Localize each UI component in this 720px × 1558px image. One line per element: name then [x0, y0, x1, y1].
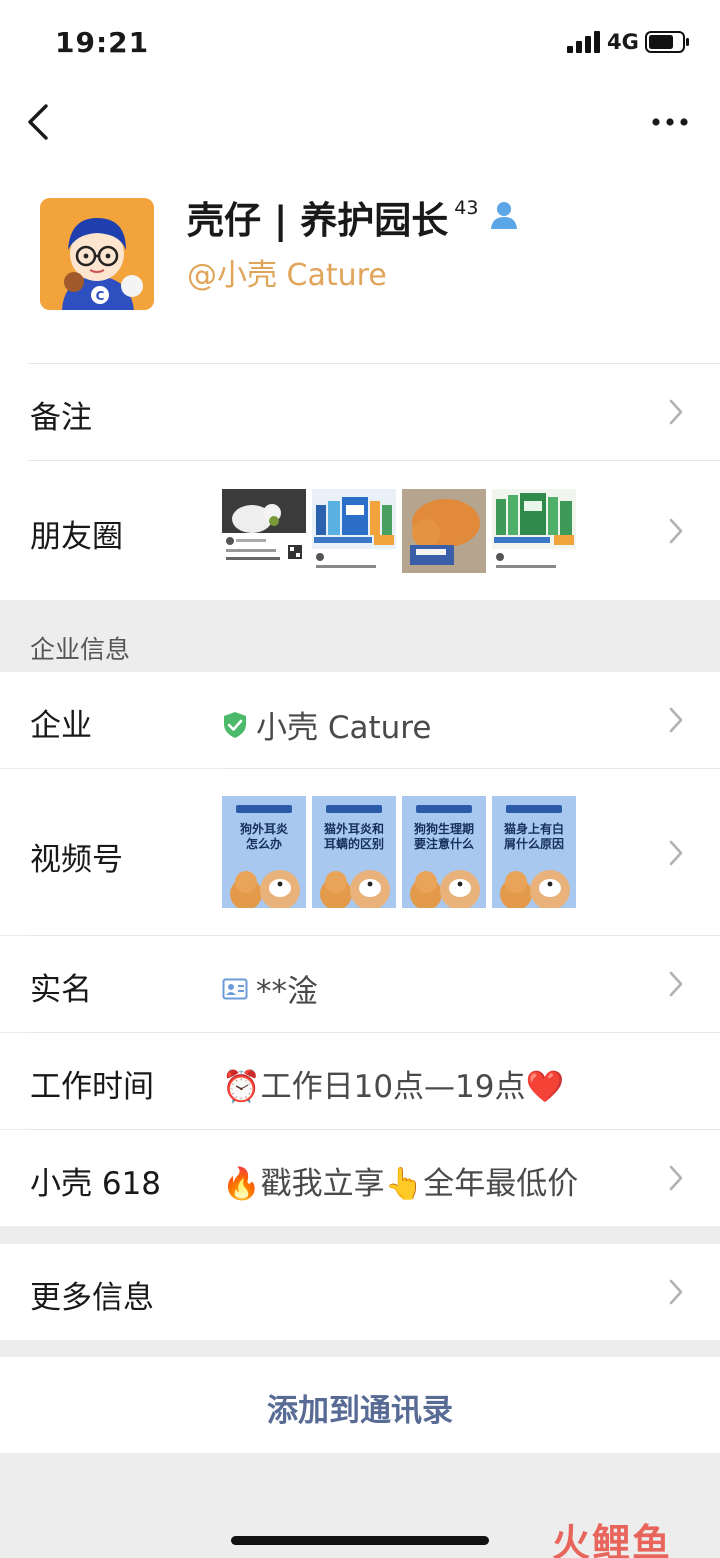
company-name: 小壳 Cature	[256, 710, 432, 746]
profile-handle: @小壳 Cature	[187, 258, 387, 293]
signal-icon	[567, 31, 600, 53]
channel-video-thumbnail: 猫身上有白 屑什么原因	[492, 796, 576, 908]
section-title: 企业信息	[30, 635, 131, 664]
more-icon[interactable]	[648, 110, 692, 134]
row-company[interactable]: 企业 小壳 Cature	[0, 672, 720, 768]
back-icon[interactable]	[22, 100, 58, 144]
video-caption-line: 要注意什么	[413, 837, 474, 851]
row-promo-label: 小壳 618	[30, 1166, 162, 1202]
row-work-time: 工作时间 ⏰工作日10点—19点❤️	[0, 1033, 720, 1129]
id-card-icon	[222, 978, 248, 999]
chevron-right-icon	[669, 707, 683, 733]
avatar[interactable]: C	[40, 198, 154, 310]
video-caption-line: 狗狗生理期	[413, 822, 474, 836]
moments-thumbnail	[492, 489, 576, 573]
video-tag	[506, 805, 562, 813]
person-icon	[491, 202, 517, 229]
row-moments[interactable]: 朋友圈	[0, 461, 720, 600]
row-more-info[interactable]: 更多信息	[0, 1244, 720, 1340]
row-real-name-label: 实名	[30, 972, 92, 1008]
chevron-right-icon	[669, 518, 683, 544]
status-time: 19:21	[55, 26, 150, 59]
video-caption: 狗狗生理期 要注意什么	[402, 822, 486, 852]
nav-bar	[0, 90, 720, 154]
channel-video-thumbnail: 猫外耳炎和 耳螨的区别	[312, 796, 396, 908]
row-remark-label: 备注	[30, 400, 92, 436]
row-more-info-label: 更多信息	[30, 1280, 154, 1316]
profile-name-superscript: 43	[454, 196, 479, 219]
channel-video-thumbnail: 狗狗生理期 要注意什么	[402, 796, 486, 908]
video-tag	[326, 805, 382, 813]
watermark-logo: 火鲤鱼	[552, 1521, 673, 1558]
profile-name-text: 壳仔 | 养护园长	[187, 199, 449, 242]
svg-text:C: C	[96, 289, 105, 303]
row-channels[interactable]: 视频号 狗外耳炎 怎么办 猫外耳炎和 耳螨的区别 狗狗生理期 要注意什么 猫身上有白屑…	[0, 769, 720, 935]
video-caption-line: 猫身上有白	[503, 822, 564, 836]
moments-thumbnail	[222, 489, 306, 573]
channel-video-thumbnail: 狗外耳炎 怎么办	[222, 796, 306, 908]
real-name-text: **淦	[256, 974, 318, 1010]
home-indicator[interactable]	[231, 1536, 489, 1545]
row-company-label: 企业	[30, 708, 92, 744]
section-header-company-info: 企业信息	[0, 600, 720, 672]
moments-thumbnail	[312, 489, 396, 573]
row-channels-label: 视频号	[30, 842, 123, 878]
row-promo-value: 🔥戳我立享👆全年最低价	[222, 1166, 579, 1202]
video-caption-line: 狗外耳炎	[239, 822, 288, 836]
battery-icon	[645, 31, 689, 53]
video-tag	[236, 805, 292, 813]
video-tag	[416, 805, 472, 813]
row-moments-label: 朋友圈	[30, 519, 123, 555]
verified-shield-icon	[224, 711, 246, 738]
video-caption-line: 屑什么原因	[503, 837, 564, 851]
chevron-right-icon	[669, 971, 683, 997]
status-bar: 19:21 4G	[0, 0, 720, 90]
video-caption: 猫身上有白 屑什么原因	[492, 822, 576, 852]
network-type: 4G	[607, 30, 639, 54]
row-promo-618[interactable]: 小壳 618 🔥戳我立享👆全年最低价	[0, 1130, 720, 1226]
profile-name: 壳仔 | 养护园长 43	[187, 190, 478, 244]
chevron-right-icon	[669, 840, 683, 866]
row-real-name[interactable]: 实名 **淦	[0, 936, 720, 1032]
chevron-right-icon	[669, 1279, 683, 1305]
video-caption-line: 怎么办	[245, 837, 282, 851]
row-remark[interactable]: 备注	[0, 364, 720, 460]
video-caption-line: 猫外耳炎和	[323, 822, 384, 836]
chevron-right-icon	[669, 1165, 683, 1191]
video-caption: 狗外耳炎 怎么办	[222, 822, 306, 852]
video-caption: 猫外耳炎和 耳螨的区别	[312, 822, 396, 852]
row-work-time-value: ⏰工作日10点—19点❤️	[222, 1069, 565, 1105]
row-company-value: 小壳 Cature	[222, 702, 431, 747]
add-to-contacts-label: 添加到通讯录	[267, 1393, 453, 1429]
video-caption-line: 耳螨的区别	[323, 837, 384, 851]
moments-thumbnail	[402, 489, 486, 573]
row-work-time-label: 工作时间	[30, 1069, 154, 1105]
row-real-name-value: **淦	[222, 966, 318, 1011]
add-to-contacts-button[interactable]: 添加到通讯录	[0, 1357, 720, 1453]
chevron-right-icon	[669, 399, 683, 425]
